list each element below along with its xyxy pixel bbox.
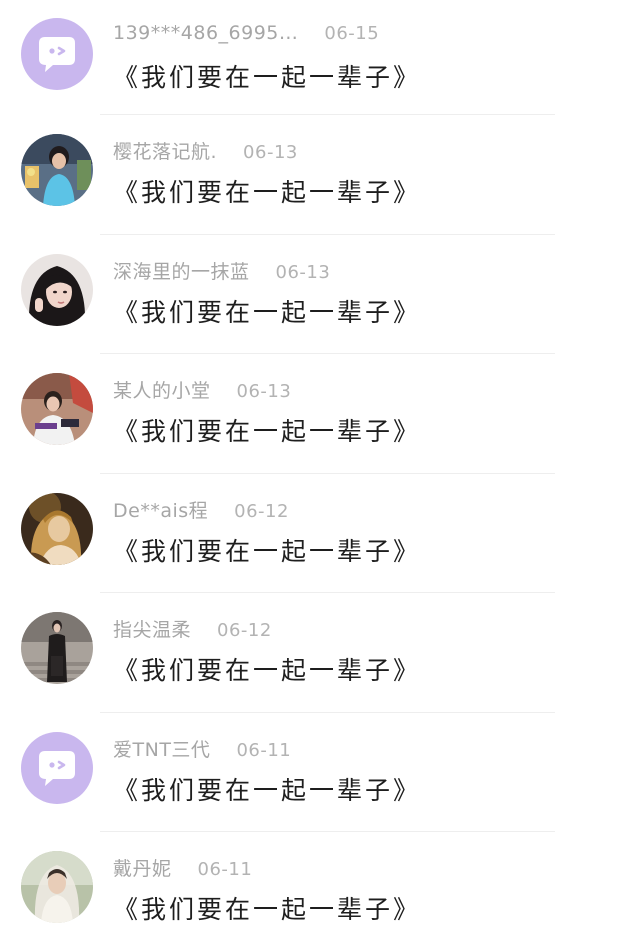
user-photo-icon (21, 851, 93, 923)
comment-meta: De**ais程 06-12 (113, 496, 289, 523)
comment-item[interactable]: 139***486_6995… 06-15 《我们要在一起一辈子》 (0, 0, 640, 115)
comment-date: 06-13 (236, 381, 292, 402)
default-chat-avatar-icon (21, 18, 93, 90)
avatar[interactable] (21, 373, 93, 445)
comment-text: 《我们要在一起一辈子》 (113, 895, 422, 924)
comment-date: 06-12 (217, 620, 272, 641)
username[interactable]: 某人的小堂 (113, 376, 211, 403)
comment-meta: 爱TNT三代 06-11 (113, 735, 291, 762)
comment-meta: 某人的小堂 06-13 (113, 376, 291, 403)
username[interactable]: 指尖温柔 (113, 615, 191, 642)
comment-item[interactable]: 指尖温柔 06-12 《我们要在一起一辈子》 (0, 593, 640, 713)
comment-meta: 指尖温柔 06-12 (113, 615, 272, 642)
username[interactable]: 樱花落记航. (113, 137, 217, 164)
avatar[interactable] (21, 253, 93, 326)
comment-meta: 戴丹妮 06-11 (113, 854, 252, 881)
comment-date: 06-15 (324, 23, 380, 44)
user-photo-icon (21, 373, 93, 445)
comment-date: 06-13 (275, 261, 331, 283)
avatar[interactable] (21, 851, 93, 923)
username[interactable]: De**ais程 (113, 496, 208, 523)
avatar[interactable] (21, 134, 93, 206)
user-photo-icon (21, 492, 93, 565)
username[interactable]: 139***486_6995… (113, 22, 298, 44)
avatar[interactable] (21, 731, 93, 804)
user-photo-icon (21, 612, 93, 684)
username[interactable]: 戴丹妮 (113, 854, 172, 881)
comment-date: 06-12 (234, 500, 289, 522)
comment-item[interactable]: 樱花落记航. 06-13 《我们要在一起一辈子》 (0, 115, 640, 235)
comment-meta: 139***486_6995… 06-15 (113, 22, 379, 44)
comment-text: 《我们要在一起一辈子》 (113, 63, 422, 92)
comment-item[interactable]: 深海里的一抹蓝 06-13 《我们要在一起一辈子》 (0, 235, 640, 354)
avatar[interactable] (21, 612, 93, 684)
comment-text: 《我们要在一起一辈子》 (113, 775, 422, 805)
username[interactable]: 爱TNT三代 (113, 735, 210, 762)
comment-item[interactable]: De**ais程 06-12 《我们要在一起一辈子》 (0, 474, 640, 593)
comment-date: 06-11 (197, 859, 253, 880)
comment-text: 《我们要在一起一辈子》 (113, 656, 422, 685)
avatar[interactable] (21, 492, 93, 565)
comment-item[interactable]: 爱TNT三代 06-11 《我们要在一起一辈子》 (0, 713, 640, 832)
user-photo-icon (21, 253, 93, 326)
avatar[interactable] (21, 18, 93, 90)
comment-list: 139***486_6995… 06-15 《我们要在一起一辈子》 樱花落记航. 0… (0, 0, 640, 952)
comment-text: 《我们要在一起一辈子》 (113, 417, 422, 446)
comment-text: 《我们要在一起一辈子》 (113, 536, 422, 566)
comment-date: 06-11 (236, 739, 292, 761)
user-photo-icon (21, 134, 93, 206)
username[interactable]: 深海里的一抹蓝 (113, 257, 250, 284)
comment-meta: 深海里的一抹蓝 06-13 (113, 257, 330, 284)
comment-item[interactable]: 某人的小堂 06-13 《我们要在一起一辈子》 (0, 354, 640, 474)
comment-text: 《我们要在一起一辈子》 (113, 297, 422, 327)
default-chat-avatar-icon (21, 731, 93, 804)
comment-item[interactable]: 戴丹妮 06-11 《我们要在一起一辈子》 (0, 832, 640, 952)
comment-text: 《我们要在一起一辈子》 (113, 178, 422, 207)
comment-meta: 樱花落记航. 06-13 (113, 137, 298, 164)
comment-date: 06-13 (243, 142, 298, 163)
